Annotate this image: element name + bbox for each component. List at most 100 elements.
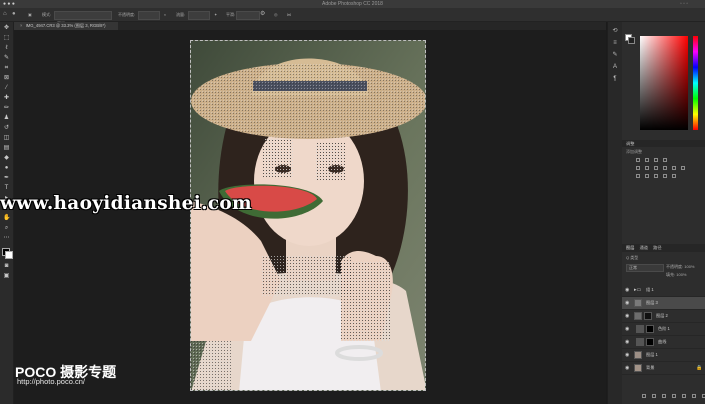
new-group-icon[interactable] bbox=[682, 394, 686, 398]
exposure-adjust-icon[interactable] bbox=[663, 158, 667, 162]
adjustments-panel-header[interactable]: 调整 bbox=[622, 140, 705, 147]
visibility-eye-icon[interactable]: ◉ bbox=[625, 362, 630, 374]
document-tab-bar: × IMG_4947.CR3 @ 33.3% (图层 3, RGB/8*) bbox=[14, 22, 606, 30]
brush-preset-icon[interactable]: ⌂ bbox=[3, 8, 7, 21]
lasso-tool-icon[interactable]: ℓ bbox=[3, 45, 10, 52]
gradient-tool-icon[interactable]: ▤ bbox=[3, 145, 10, 152]
threshold-adjust-icon[interactable] bbox=[654, 174, 658, 178]
quick-mask-icon[interactable]: ◙ bbox=[3, 263, 10, 270]
link-layers-icon[interactable] bbox=[642, 394, 646, 398]
brightness-adjust-icon[interactable] bbox=[636, 158, 640, 162]
brush-settings-icon[interactable]: ▣ bbox=[28, 8, 32, 21]
tab-paths[interactable]: 路径 bbox=[653, 245, 661, 250]
visibility-eye-icon[interactable]: ◉ bbox=[625, 323, 630, 335]
layer-name: 色阶 1 bbox=[658, 326, 670, 331]
layer-row-selected[interactable]: ◉ 图层 3 bbox=[622, 297, 705, 310]
brush-size-icon[interactable]: ● bbox=[12, 8, 16, 21]
adjustment-layer-icon bbox=[636, 338, 644, 346]
blend-mode-select[interactable]: 正常 bbox=[626, 264, 664, 272]
layer-row[interactable]: ◉ 背景 🔒 bbox=[622, 362, 705, 375]
eyedropper-tool-icon[interactable]: ⁄ bbox=[3, 85, 10, 92]
zoom-tool-icon[interactable]: ⌕ bbox=[3, 225, 10, 232]
visibility-eye-icon[interactable]: ◉ bbox=[625, 310, 630, 322]
selective-color-adjust-icon[interactable] bbox=[672, 174, 676, 178]
more-tools-icon[interactable]: ⋯ bbox=[3, 235, 10, 242]
hue-sat-adjust-icon[interactable] bbox=[645, 166, 649, 170]
tab-channels[interactable]: 通道 bbox=[640, 245, 648, 250]
fx-icon[interactable] bbox=[652, 394, 656, 398]
airbrush-icon[interactable]: ✦ bbox=[214, 8, 217, 21]
layer-row[interactable]: ◉ 曲线 bbox=[622, 336, 705, 349]
background-color-swatch[interactable] bbox=[5, 251, 13, 259]
invert-adjust-icon[interactable] bbox=[636, 174, 640, 178]
history-brush-tool-icon[interactable]: ↺ bbox=[3, 125, 10, 132]
channel-mixer-adjust-icon[interactable] bbox=[681, 166, 685, 170]
levels-adjust-icon[interactable] bbox=[645, 158, 649, 162]
frame-tool-icon[interactable]: ⊠ bbox=[3, 75, 10, 82]
move-tool-icon[interactable]: ✥ bbox=[3, 25, 10, 32]
smoothing-field[interactable] bbox=[236, 11, 260, 20]
black-white-adjust-icon[interactable] bbox=[663, 166, 667, 170]
screen-mode-icon[interactable]: ▣ bbox=[3, 273, 10, 280]
hand-tool-icon[interactable]: ✋ bbox=[3, 215, 10, 222]
canvas-area[interactable] bbox=[14, 30, 606, 404]
smoothing-label: 平滑: bbox=[226, 12, 236, 17]
clone-stamp-tool-icon[interactable]: ♟ bbox=[3, 115, 10, 122]
dodge-tool-icon[interactable]: ● bbox=[3, 165, 10, 172]
visibility-eye-icon[interactable]: ◉ bbox=[625, 336, 630, 348]
smoothing-gear-icon[interactable]: ⚙ bbox=[260, 8, 265, 21]
close-tab-icon[interactable]: × bbox=[20, 23, 22, 28]
document-image[interactable] bbox=[190, 40, 426, 391]
blur-tool-icon[interactable]: ◆ bbox=[3, 155, 10, 162]
layer-filter-kind[interactable]: Q 类型 bbox=[626, 255, 638, 261]
new-layer-icon[interactable] bbox=[692, 394, 696, 398]
new-adjustment-icon[interactable] bbox=[672, 394, 676, 398]
layers-footer-buttons bbox=[642, 394, 705, 398]
layer-row[interactable]: ◉ 图层 1 bbox=[622, 349, 705, 362]
brush-tool-icon[interactable]: ✏ bbox=[3, 105, 10, 112]
photo-illustration bbox=[191, 41, 425, 390]
eraser-tool-icon[interactable]: ◫ bbox=[3, 135, 10, 142]
properties-panel-icon[interactable]: ≡ bbox=[611, 40, 619, 47]
history-panel-icon[interactable]: ⟲ bbox=[611, 28, 619, 35]
pressure-size-icon[interactable]: ◎ bbox=[274, 8, 278, 21]
color-balance-adjust-icon[interactable] bbox=[654, 166, 658, 170]
visibility-eye-icon[interactable]: ◉ bbox=[625, 284, 630, 296]
curves-adjust-icon[interactable] bbox=[654, 158, 658, 162]
visibility-eye-icon[interactable]: ◉ bbox=[625, 297, 630, 309]
layer-opacity[interactable]: 不透明度: 100% bbox=[666, 264, 694, 270]
tab-layers[interactable]: 图层 bbox=[626, 245, 634, 250]
layer-opacity-label: 不透明度: bbox=[666, 264, 684, 269]
pen-tool-icon[interactable]: ✒ bbox=[3, 175, 10, 182]
flow-field[interactable]: 100% bbox=[188, 11, 210, 26]
layer-row[interactable]: ◉ 图层 2 bbox=[622, 310, 705, 323]
type-panel-icon[interactable]: A bbox=[611, 64, 619, 71]
quick-select-tool-icon[interactable]: ✎ bbox=[3, 55, 10, 62]
layer-row[interactable]: ◉ ▸▭ 组 1 bbox=[622, 284, 705, 297]
add-mask-icon[interactable] bbox=[662, 394, 666, 398]
color-field[interactable] bbox=[640, 36, 688, 130]
paragraph-panel-icon[interactable]: ¶ bbox=[611, 76, 619, 83]
opacity-field[interactable]: 100% bbox=[138, 11, 160, 26]
symmetry-icon[interactable]: ⋈ bbox=[287, 8, 291, 21]
brush-panel-icon[interactable]: ✎ bbox=[611, 52, 619, 59]
bg-color-chip[interactable] bbox=[628, 37, 635, 44]
document-tab[interactable]: × IMG_4947.CR3 @ 33.3% (图层 3, RGB/8*) bbox=[14, 22, 118, 30]
layer-fill[interactable]: 填充: 100% bbox=[666, 272, 686, 278]
hue-slider[interactable] bbox=[693, 36, 698, 130]
posterize-adjust-icon[interactable] bbox=[645, 174, 649, 178]
window-menu-icons[interactable]: ▫ ▫ ▫ bbox=[680, 0, 688, 8]
gradient-map-adjust-icon[interactable] bbox=[663, 174, 667, 178]
adjustments-title: 调整 bbox=[626, 141, 635, 146]
crop-tool-icon[interactable]: ⌗ bbox=[3, 65, 10, 72]
layer-row[interactable]: ◉ 色阶 1 bbox=[622, 323, 705, 336]
photo-filter-adjust-icon[interactable] bbox=[672, 166, 676, 170]
mode-select[interactable]: 正常 bbox=[54, 11, 112, 26]
type-tool-icon[interactable]: T bbox=[3, 185, 10, 192]
pressure-opacity-icon[interactable]: ◐ bbox=[164, 8, 166, 21]
marquee-tool-icon[interactable]: ⬚ bbox=[3, 35, 10, 42]
visibility-eye-icon[interactable]: ◉ bbox=[625, 349, 630, 361]
vibrance-adjust-icon[interactable] bbox=[636, 166, 640, 170]
poco-url-watermark: http://photo.poco.cn/ bbox=[17, 377, 85, 386]
healing-brush-tool-icon[interactable]: ✚ bbox=[3, 95, 10, 102]
